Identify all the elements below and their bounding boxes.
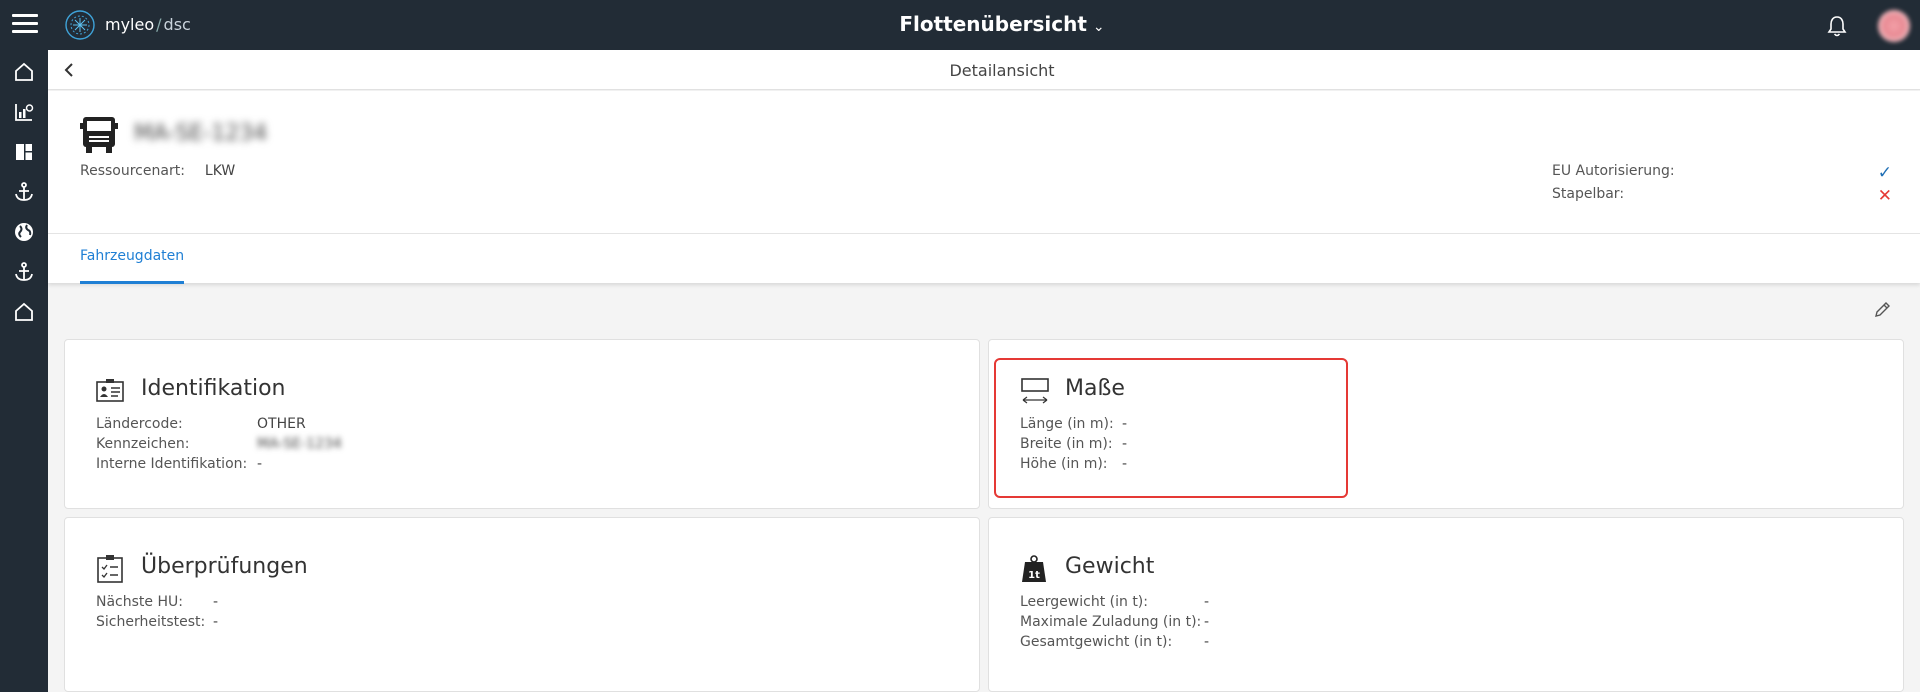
resource-type: Ressourcenart: LKW [80,163,235,179]
field-list: Nächste HU: - Sicherheitstest: - [96,594,218,634]
field-value: - [1204,594,1210,610]
field-label: Interne Identifikation: [96,456,248,472]
tab-bar: Fahrzeugdaten [48,233,1920,284]
home-outline-icon[interactable] [12,300,36,324]
card-title: Identifikation [141,376,286,401]
id-card-icon [96,379,124,402]
field-value: - [213,594,219,610]
field-label: Maximale Zuladung (in t): [1020,614,1202,630]
list-item: Nächste HU: - [96,594,218,614]
app-title-text: Flottenübersicht [899,12,1087,36]
weight-icon: 1t [1022,555,1046,582]
list-item: Interne Identifikation: - [96,456,342,476]
analytics-icon[interactable] [12,100,36,124]
list-item: Gesamtgewicht (in t): - [1020,634,1209,654]
stackable-row: Stapelbar: ✕ [1552,186,1892,209]
list-item: Leergewicht (in t): - [1020,594,1209,614]
weight-card: 1t Gewicht Leergewicht (in t): - Maximale… [988,517,1904,692]
field-list: Leergewicht (in t): - Maximale Zuladung (… [1020,594,1209,654]
avatar[interactable] [1878,10,1910,42]
field-label: Nächste HU: [96,594,183,610]
resource-type-value: LKW [204,163,236,179]
field-value: - [1204,634,1210,650]
resource-type-label: Ressourcenart: [80,163,185,179]
card-title: Gewicht [1065,554,1155,579]
check-icon: ✓ [1877,163,1892,183]
field-label: Gesamtgewicht (in t): [1020,634,1173,650]
list-item: Kennzeichen: MA-SE-1234 [96,436,342,456]
vehicle-header-panel: MA-SE-1234 Ressourcenart: LKW EU Autorisi… [48,91,1920,284]
field-value: - [257,456,263,472]
field-label: Leergewicht (in t): [1020,594,1148,610]
chevron-down-icon: ⌄ [1092,19,1105,35]
field-value: - [1204,614,1210,630]
app-title[interactable]: Flottenübersicht ⌄ [0,12,1920,36]
tab-fahrzeugdaten[interactable]: Fahrzeugdaten [80,234,185,284]
edit-pencil-icon[interactable] [1872,300,1892,320]
dashboard-icon[interactable] [12,140,36,164]
top-bar: myleo / dsc Flottenübersicht ⌄ [0,0,1920,50]
svg-text:1t: 1t [1028,570,1040,581]
field-value: OTHER [257,416,306,432]
field-label: Kennzeichen: [96,436,190,452]
field-label: Sicherheitstest: [96,614,206,630]
list-item: Ländercode: OTHER [96,416,342,436]
side-nav [0,50,48,692]
vehicle-flags: EU Autorisierung: ✓ Stapelbar: ✕ [1552,163,1892,209]
field-label: Ländercode: [96,416,183,432]
identification-card: Identifikation Ländercode: OTHER Kennzeic… [64,339,980,509]
checklist-icon [97,555,123,583]
list-item: Sicherheitstest: - [96,614,218,634]
bell-icon[interactable] [1826,14,1848,38]
card-title: Überprüfungen [141,554,308,579]
sub-header: Detailansicht [48,50,1920,90]
cross-icon: ✕ [1877,186,1892,206]
anchor-icon[interactable] [12,180,36,204]
globe-icon[interactable] [12,220,36,244]
page-title: Detailansicht [949,61,1055,80]
field-value: MA-SE-1234 [257,436,342,452]
highlight-box [994,358,1348,498]
home-icon[interactable] [12,60,36,84]
field-list: Ländercode: OTHER Kennzeichen: MA-SE-1234 … [96,416,342,476]
anchor-icon[interactable] [12,260,36,284]
list-item: Maximale Zuladung (in t): - [1020,614,1209,634]
eu-authorization-label: EU Autorisierung: [1552,163,1675,179]
inspections-card: Überprüfungen Nächste HU: - Sicherheitste… [64,517,980,692]
truck-icon [80,117,118,153]
field-value: - [213,614,219,630]
license-plate: MA-SE-1234 [134,121,268,146]
stackable-label: Stapelbar: [1552,186,1625,202]
eu-authorization-row: EU Autorisierung: ✓ [1552,163,1892,186]
